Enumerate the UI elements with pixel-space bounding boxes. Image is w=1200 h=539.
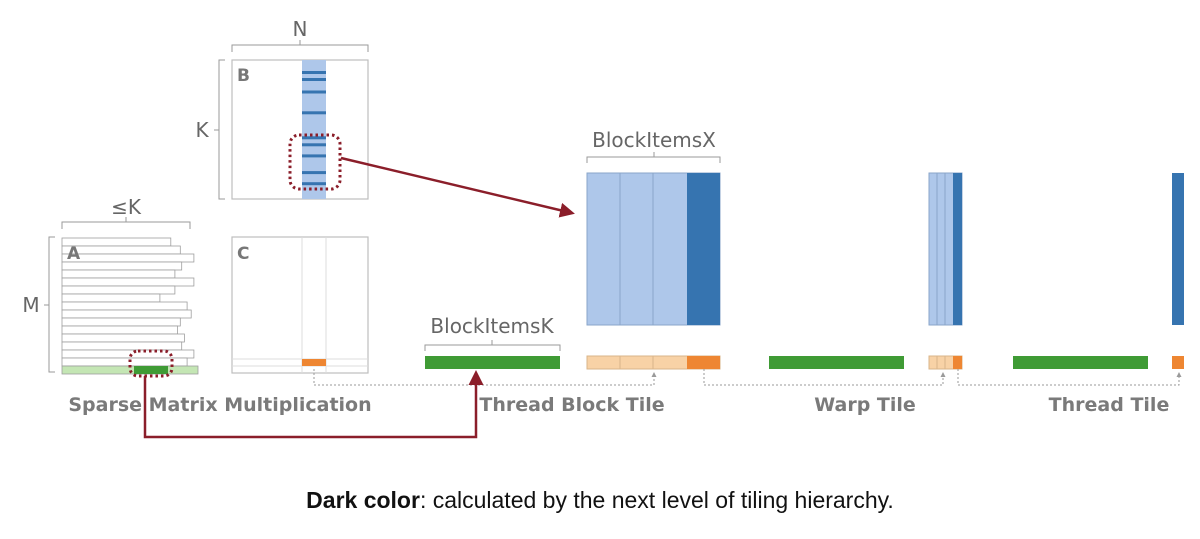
matrix-c-frame <box>231 236 369 374</box>
n-dimension-bracket: N <box>231 17 369 52</box>
le-k-dimension-bracket: ≤K <box>61 195 191 229</box>
matrix-b: B <box>231 59 369 200</box>
matrix-a-selected-segment <box>134 366 168 374</box>
thread-c-tile <box>1172 356 1184 369</box>
arrow-b-selection-to-thread-block <box>340 156 575 218</box>
block-items-k-label: BlockItemsK <box>430 314 554 338</box>
matrix-a-row <box>61 301 188 311</box>
thread-block-tile: BlockItemsX BlockItemsK Thread Block Til… <box>424 128 721 416</box>
connector-warp-to-thread <box>957 369 1182 386</box>
matrix-a-row <box>61 269 176 279</box>
matrix-a-row <box>61 333 185 343</box>
le-k-dimension-label: ≤K <box>111 195 142 219</box>
matrix-a-row <box>61 253 195 263</box>
block-items-x-label: BlockItemsX <box>592 128 716 152</box>
matrix-a-row <box>61 349 195 359</box>
thread-a-tile <box>1013 356 1148 369</box>
caption: Dark color: calculated by the next level… <box>0 487 1200 514</box>
warp-a-tile <box>769 356 904 369</box>
k-dimension-label: K <box>195 118 209 142</box>
thread-block-tile-title: Thread Block Tile <box>479 394 664 416</box>
m-dimension-bracket: M <box>22 236 55 373</box>
matrix-a-row <box>61 293 161 303</box>
matrix-b-nonzero <box>302 90 326 94</box>
matrix-b-nonzero <box>302 171 326 175</box>
matrix-a-row <box>61 357 188 367</box>
n-dimension-label: N <box>293 17 308 41</box>
block-items-x-bracket: BlockItemsX <box>586 128 721 163</box>
matrix-a-row <box>61 309 192 319</box>
matrix-a-row <box>61 277 195 287</box>
connector-thread-block-to-warp <box>703 369 946 386</box>
matrix-b-nonzero <box>302 78 326 81</box>
m-dimension-label: M <box>22 293 39 317</box>
k-dimension-bracket: K <box>195 59 225 200</box>
matrix-b-nonzero <box>302 136 326 140</box>
sparse-matrix-multiplication-title: Sparse Matrix Multiplication <box>68 394 371 416</box>
panel-letter-c: C <box>237 244 249 264</box>
panel-letter-b: B <box>237 66 250 86</box>
thread-b-tile <box>1172 173 1184 325</box>
warp-tile: Warp Tile <box>769 172 963 416</box>
matrix-a-row <box>61 317 181 327</box>
matrix-b-nonzero <box>302 154 326 158</box>
warp-b-computed-column <box>953 173 962 325</box>
matrix-a-row <box>61 341 183 351</box>
thread-block-b-computed-column <box>687 173 720 325</box>
matrix-a-row <box>61 285 176 295</box>
matrix-b-frame <box>231 59 369 200</box>
caption-rest: : calculated by the next level of tiling… <box>419 487 894 513</box>
matrix-b-nonzero <box>302 182 326 186</box>
tiling-diagram: B N K A ≤K M C BlockItemsX BlockItemsK T… <box>22 17 1184 439</box>
panel-letter-a: A <box>67 244 81 264</box>
matrix-a-row <box>61 325 178 335</box>
matrix-a: A <box>61 237 199 375</box>
matrix-b-nonzero <box>302 111 326 115</box>
matrix-c-output-tile <box>302 359 326 366</box>
thread-tile: Thread Tile <box>1013 173 1184 416</box>
matrix-a-rows <box>61 237 199 375</box>
caption-bold: Dark color <box>306 487 420 513</box>
hierarchy-connectors <box>313 369 1182 386</box>
matrix-c: C <box>231 236 369 374</box>
block-items-k-bracket: BlockItemsK <box>424 314 561 351</box>
matrix-b-nonzero <box>302 71 326 74</box>
matrix-b-nonzero <box>302 143 326 147</box>
thread-tile-title: Thread Tile <box>1049 394 1170 416</box>
thread-block-c-computed-part <box>687 356 720 369</box>
thread-block-a-tile <box>425 356 560 369</box>
warp-tile-title: Warp Tile <box>814 394 916 416</box>
warp-c-computed-part <box>953 356 962 369</box>
